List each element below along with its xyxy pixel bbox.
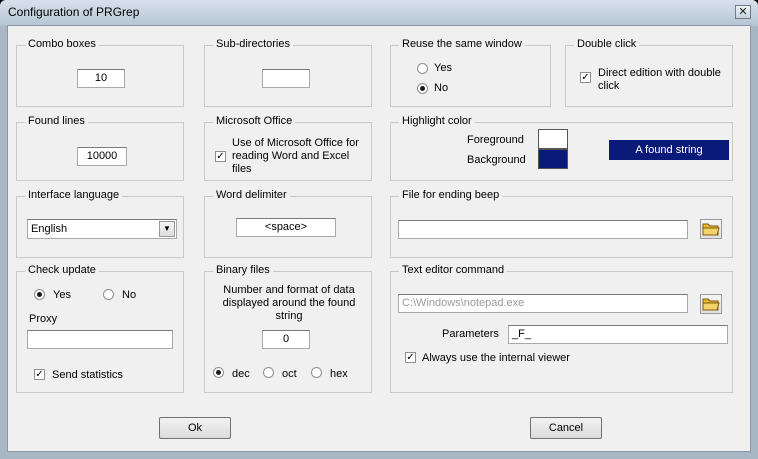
folder-icon — [702, 223, 720, 236]
parameters-input[interactable]: _F_ — [508, 325, 728, 344]
double-click-title: Double click — [574, 38, 640, 50]
ending-beep-browse-button[interactable] — [700, 219, 722, 239]
binary-oct-radio[interactable] — [263, 367, 274, 378]
word-delimiter-title: Word delimiter — [213, 189, 290, 201]
proxy-input[interactable] — [27, 330, 173, 349]
parameters-label: Parameters — [442, 328, 499, 340]
microsoft-office-checkbox[interactable]: ✓ — [215, 151, 226, 162]
update-yes-label: Yes — [53, 289, 71, 301]
microsoft-office-title: Microsoft Office — [213, 115, 296, 127]
text-editor-group: Text editor command C:\Windows\notepad.e… — [390, 264, 733, 393]
update-no-radio[interactable] — [103, 289, 114, 300]
text-editor-path-input[interactable]: C:\Windows\notepad.exe — [398, 294, 688, 313]
chevron-down-icon[interactable]: ▼ — [159, 221, 175, 237]
ok-button[interactable]: Ok — [159, 417, 231, 439]
proxy-label: Proxy — [29, 313, 58, 325]
check-update-title: Check update — [25, 264, 99, 276]
binary-files-group: Binary files Number and format of data d… — [204, 264, 372, 393]
binary-hex-label: hex — [330, 368, 348, 380]
reuse-yes-label: Yes — [434, 62, 452, 74]
update-yes-radio[interactable] — [34, 289, 45, 300]
reuse-no-radio[interactable] — [417, 83, 428, 94]
interface-language-select[interactable]: English ▼ — [27, 219, 177, 239]
word-delimiter-input[interactable]: <space> — [236, 218, 336, 237]
binary-hex-radio[interactable] — [311, 367, 322, 378]
binary-dec-label: dec — [232, 368, 250, 380]
internal-viewer-label: Always use the internal viewer — [422, 352, 570, 364]
interface-language-value: English — [31, 223, 68, 235]
close-button[interactable]: ✕ — [735, 5, 751, 19]
sub-directories-title: Sub-directories — [213, 38, 293, 50]
found-lines-title: Found lines — [25, 115, 88, 127]
double-click-checkbox[interactable]: ✓ — [580, 72, 591, 83]
text-editor-title: Text editor command — [399, 264, 508, 276]
binary-dec-radio[interactable] — [213, 367, 224, 378]
reuse-no-label: No — [434, 82, 449, 94]
double-click-group: Double click ✓ Direct edition with doubl… — [565, 38, 733, 107]
combo-boxes-input[interactable]: 10 — [77, 69, 125, 88]
interface-language-group: Interface language English ▼ — [16, 189, 184, 258]
text-editor-browse-button[interactable] — [700, 294, 722, 314]
dialog-window: Configuration of PRGrep ✕ Combo boxes 10… — [0, 0, 758, 459]
double-click-label: Direct edition with double click — [598, 67, 721, 92]
highlight-color-title: Highlight color — [399, 115, 475, 127]
update-no-label: No — [122, 289, 137, 301]
foreground-color-swatch[interactable] — [538, 129, 568, 149]
combo-boxes-title: Combo boxes — [25, 38, 99, 50]
sub-directories-input[interactable] — [262, 69, 310, 88]
background-label: Background — [467, 154, 526, 166]
ending-beep-title: File for ending beep — [399, 189, 503, 201]
background-color-swatch[interactable] — [538, 149, 568, 169]
highlight-sample: A found string — [609, 140, 729, 160]
check-update-group: Check update Yes No Proxy ✓ Send statist… — [16, 264, 184, 393]
binary-files-count-input[interactable]: 0 — [262, 330, 310, 349]
found-lines-input[interactable]: 10000 — [77, 147, 127, 166]
send-statistics-label: Send statistics — [52, 369, 123, 381]
foreground-label: Foreground — [467, 134, 524, 146]
ending-beep-group: File for ending beep — [390, 189, 733, 258]
binary-files-description: Number and format of data displayed arou… — [222, 284, 356, 322]
title-bar[interactable]: Configuration of PRGrep ✕ — [0, 0, 758, 24]
window-title: Configuration of PRGrep — [8, 5, 140, 19]
highlight-color-group: Highlight color Foreground Background A … — [390, 115, 733, 181]
combo-boxes-group: Combo boxes 10 — [16, 38, 184, 107]
dialog-client: Combo boxes 10 Sub-directories Reuse the… — [7, 25, 751, 452]
send-statistics-checkbox[interactable]: ✓ — [34, 369, 45, 380]
folder-icon — [702, 298, 720, 311]
interface-language-title: Interface language — [25, 189, 123, 201]
binary-files-title: Binary files — [213, 264, 273, 276]
reuse-window-group: Reuse the same window Yes No — [390, 38, 551, 107]
word-delimiter-group: Word delimiter <space> — [204, 189, 372, 258]
microsoft-office-group: Microsoft Office ✓ Use of Microsoft Offi… — [204, 115, 372, 181]
microsoft-office-label: Use of Microsoft Office for reading Word… — [232, 137, 359, 175]
ending-beep-input[interactable] — [398, 220, 688, 239]
sub-directories-group: Sub-directories — [204, 38, 372, 107]
found-lines-group: Found lines 10000 — [16, 115, 184, 181]
reuse-window-title: Reuse the same window — [399, 38, 525, 50]
internal-viewer-checkbox[interactable]: ✓ — [405, 352, 416, 363]
cancel-button[interactable]: Cancel — [530, 417, 602, 439]
binary-oct-label: oct — [282, 368, 297, 380]
reuse-yes-radio[interactable] — [417, 63, 428, 74]
